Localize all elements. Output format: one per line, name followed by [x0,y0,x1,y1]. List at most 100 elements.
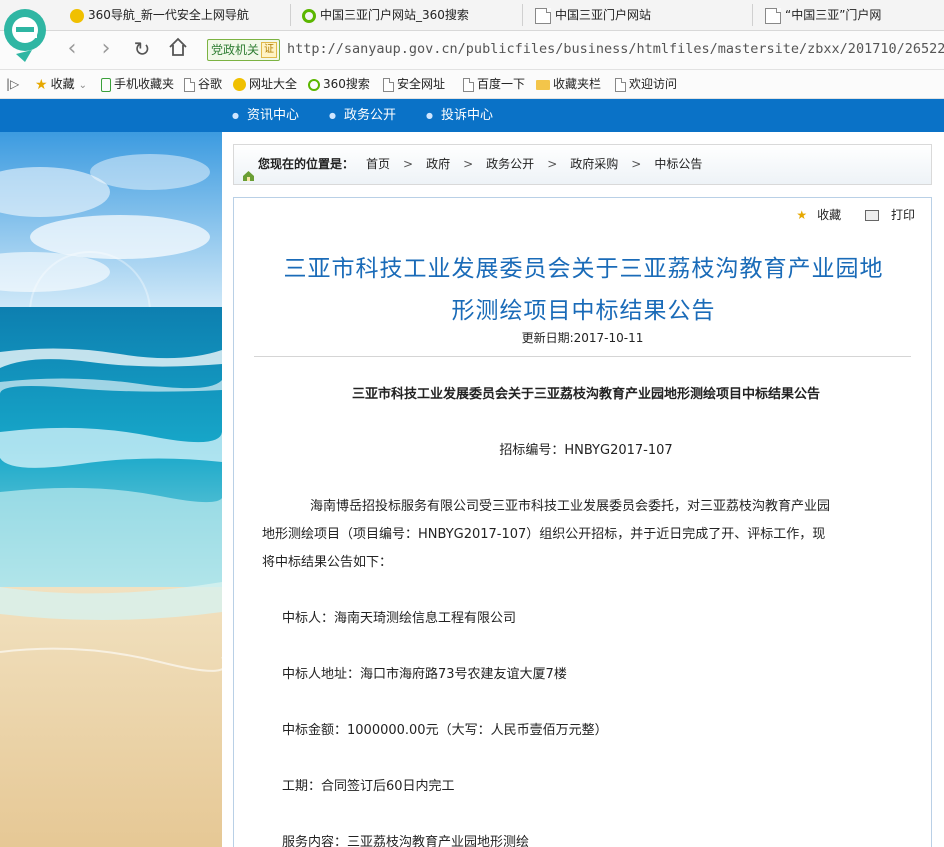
360-nav-icon [233,78,246,91]
bookmark-baidu[interactable]: 百度一下 [463,70,525,98]
tab-label: 360导航_新一代安全上网导航 [88,8,249,22]
intro-line-1: 海南博岳招投标服务有限公司受三亚市科技工业发展委员会委托，对三亚荔枝沟教育产业园 [310,499,831,514]
360-search-icon [308,78,320,91]
bookmarks-bar: |▷ ★ 收藏 ⌄ 手机收藏夹 谷歌 网址大全 360搜索 安全网址 百度一下 收藏… [0,70,944,99]
breadcrumb-item-government[interactable]: 政府 [426,157,450,171]
bullet-icon: ● [232,111,239,120]
tab-divider [522,4,523,26]
breadcrumb: 您现在的位置是： 首页 > 政府 > 政务公开 > 政府采购 > 中标公告 [233,144,932,185]
body-title: 三亚市科技工业发展委员会关于三亚荔枝沟教育产业园地形测绘项目中标结果公告 [351,387,820,402]
service-content-line: 服务内容：三亚荔枝沟教育产业园地形测绘 [282,835,530,847]
bookmark-label: 安全网址 [397,77,446,91]
back-icon[interactable]: ‹ [60,37,84,61]
bookmark-label: 百度一下 [477,77,526,91]
breadcrumb-item-gov-affairs[interactable]: 政务公开 [486,157,534,171]
article-tools: ★ 收藏 打印 [776,206,915,223]
article-title-line-1: 三亚市科技工业发展委员会关于三亚荔枝沟教育产业园地 [283,256,884,282]
bookmark-folder[interactable]: 收藏夹栏 [536,70,601,98]
sidebar-toggle-icon[interactable]: |▷ [6,70,19,98]
bookmark-favorites[interactable]: ★ 收藏 ⌄ [35,70,87,98]
address-bar: ‹ › ↻ 党政机关 证 http://sanyaup.gov.cn/publi… [0,31,944,70]
nav-label: 资讯中心 [246,108,299,123]
360-search-icon [302,8,316,23]
phone-icon [101,77,111,92]
tab-label: “中国三亚”门户网 [785,8,882,22]
print-button[interactable]: 打印 [855,208,915,222]
web-page: ● 资讯中心 ● 政务公开 ● 投诉中心 您现在的位置是： 首页 > 政府 > … [0,99,944,847]
breadcrumb-separator: > [547,157,558,171]
printer-icon [864,210,879,221]
tab-sanya-portal-active[interactable]: “中国三亚”门户网 [765,0,943,30]
bookmark-label: 欢迎访问 [629,77,678,91]
article-body: 三亚市科技工业发展委员会关于三亚荔枝沟教育产业园地形测绘项目中标结果公告 招标编… [262,381,890,847]
home-icon [242,159,255,181]
star-icon: ★ [796,208,808,222]
home-icon[interactable] [166,36,190,60]
nav-gov-affairs[interactable]: ● 政务公开 [329,99,396,132]
favorite-button[interactable]: ★ 收藏 [786,208,841,222]
bookmark-url-directory[interactable]: 网址大全 [233,70,297,98]
bookmark-welcome[interactable]: 欢迎访问 [615,70,677,98]
article-title-line-2: 形测绘项目中标结果公告 [451,298,716,324]
breadcrumb-label: 您现在的位置是： [258,157,355,171]
bid-amount-line: 中标金额：1000000.00元（大写：人民币壹佰万元整） [282,723,608,738]
nav-news-center[interactable]: ● 资讯中心 [232,99,299,132]
bookmark-google[interactable]: 谷歌 [184,70,222,98]
site-nav-bar: ● 资讯中心 ● 政务公开 ● 投诉中心 [0,99,944,132]
page-icon [535,7,551,24]
nav-label: 政务公开 [343,108,396,123]
bookmark-label: 网址大全 [249,77,298,91]
tab-divider [290,4,291,26]
bookmark-360-search[interactable]: 360搜索 [308,70,370,98]
winner-address-line: 中标人地址：海口市海府路73号农建友谊大厦7楼 [282,667,567,682]
tab-360-nav[interactable]: 360导航_新一代安全上网导航 [70,0,280,30]
bookmark-mobile[interactable]: 手机收藏夹 [101,70,174,98]
breadcrumb-item-procurement[interactable]: 政府采购 [570,157,618,171]
breadcrumb-inner: 您现在的位置是： 首页 > 政府 > 政务公开 > 政府采购 > 中标公告 [242,145,702,184]
favorite-label: 收藏 [817,208,842,222]
intro-line-2: 地形测绘项目（项目编号：HNBYG2017-107）组织公开招标，并于近日完成了… [262,527,826,542]
bookmark-label: 手机收藏夹 [114,77,175,91]
chevron-down-icon: ⌄ [78,80,87,91]
breadcrumb-separator: > [403,157,414,171]
gov-verified-badge[interactable]: 党政机关 证 [207,39,281,61]
tab-sanya-portal[interactable]: 中国三亚门户网站 [535,0,745,30]
page-icon [184,77,195,92]
duration-line: 工期：合同签订后60日内完工 [282,779,455,794]
nav-label: 投诉中心 [440,108,493,123]
star-icon: ★ [35,76,48,93]
browser-logo-icon[interactable] [2,4,48,64]
360-nav-icon [70,8,84,23]
forward-icon[interactable]: › [94,37,118,61]
badge-text: 党政机关 [211,43,260,57]
breadcrumb-separator: > [631,157,642,171]
beach-background-image [0,132,222,847]
bookmark-safe-urls[interactable]: 安全网址 [383,70,445,98]
winner-line: 中标人：海南天琦测绘信息工程有限公司 [282,611,517,626]
breadcrumb-item-home[interactable]: 首页 [366,157,390,171]
page-icon [615,77,626,92]
verified-mark-icon: 证 [261,42,278,58]
folder-icon [536,79,550,90]
nav-complaints[interactable]: ● 投诉中心 [426,99,493,132]
breadcrumb-separator: > [463,157,474,171]
bullet-icon: ● [426,111,433,120]
print-label: 打印 [890,208,915,222]
page-icon [765,7,781,24]
refresh-icon[interactable]: ↻ [130,37,154,61]
tab-360-search[interactable]: 中国三亚门户网站_360搜索 [302,0,512,30]
article-panel: ★ 收藏 打印 三亚市科技工业发展委员会关于三亚荔枝沟教育产业园地 形测绘项目中标… [233,197,932,847]
bookmark-label: 360搜索 [323,77,370,91]
url-field[interactable]: http://sanyaup.gov.cn/publicfiles/busine… [287,39,944,59]
breadcrumb-item-award-notice[interactable]: 中标公告 [654,157,702,171]
bullet-icon: ● [329,111,336,120]
tab-label: 中国三亚门户网站 [555,8,652,22]
tab-divider [752,4,753,26]
intro-line-3: 将中标结果公告如下： [262,555,393,570]
tab-bar: 360导航_新一代安全上网导航 中国三亚门户网站_360搜索 中国三亚门户网站 … [0,0,944,62]
main-content: 您现在的位置是： 首页 > 政府 > 政务公开 > 政府采购 > 中标公告 ★ 收藏 打印 三亚市科… [222,132,944,847]
update-date: 更新日期:2017-10-11 [521,331,644,345]
page-icon [383,77,394,92]
bookmark-label: 谷歌 [198,77,223,91]
bid-number: 招标编号：HNBYG2017-107 [499,443,673,458]
